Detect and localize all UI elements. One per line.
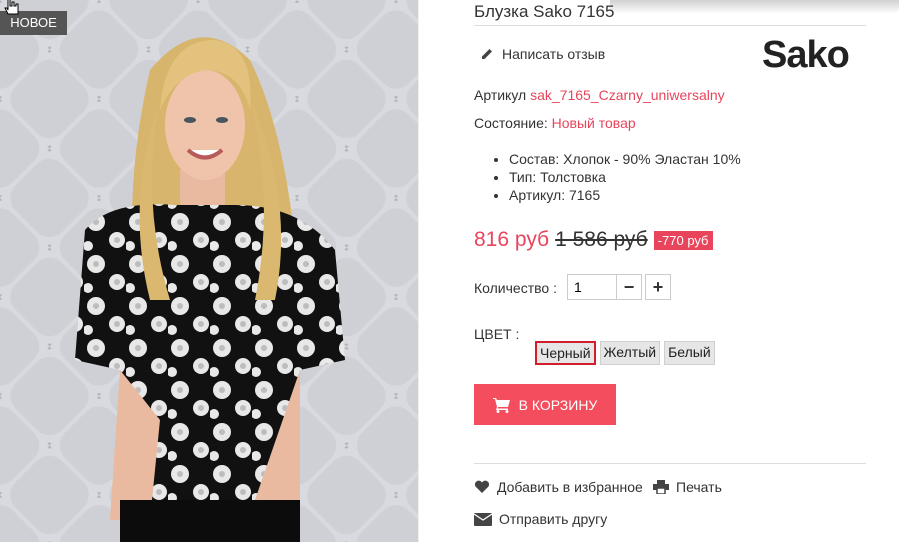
color-option-black[interactable]: Черный: [535, 341, 596, 365]
send-to-friend-label[interactable]: Отправить другу: [499, 511, 607, 527]
add-favorites-label[interactable]: Добавить в избранное: [497, 479, 643, 495]
title-divider: [474, 25, 866, 26]
column-divider: [418, 0, 419, 542]
feature-item: Тип: Толстовка: [509, 168, 741, 186]
quantity-decrease-button[interactable]: −: [616, 274, 642, 300]
hand-cursor-icon: [4, 0, 19, 15]
printer-icon: [653, 480, 669, 494]
heart-icon: [474, 480, 490, 493]
color-label: ЦВЕТ :: [474, 326, 520, 342]
print-label[interactable]: Печать: [676, 479, 722, 495]
write-review-label[interactable]: Написать отзыв: [502, 46, 605, 62]
pencil-icon: [482, 49, 492, 59]
send-to-friend-link[interactable]: Отправить другу: [474, 511, 607, 527]
article-value: sak_7165_Czarny_uniwersalny: [530, 87, 725, 103]
color-option-yellow[interactable]: Желтый: [599, 341, 661, 365]
condition-value: Новый товар: [551, 115, 636, 131]
product-title: Блузка Sako 7165: [474, 2, 615, 21]
add-favorites-link[interactable]: Добавить в избранное: [474, 479, 643, 495]
cart-icon: [492, 397, 510, 413]
quantity-increase-button[interactable]: +: [645, 274, 671, 300]
brand-logo: Sako: [762, 34, 850, 76]
quantity-label: Количество :: [474, 280, 557, 296]
feature-item: Артикул: 7165: [509, 186, 741, 204]
discount-badge: -770 руб: [653, 230, 713, 250]
product-photo[interactable]: НОВОЕ: [0, 0, 418, 542]
envelope-icon: [474, 512, 492, 526]
add-to-cart-label[interactable]: В КОРЗИНУ: [519, 397, 598, 413]
current-price: 816 руб: [474, 228, 550, 251]
old-price: 1 586 руб: [555, 228, 648, 251]
feature-list: Состав: Хлопок - 90% Эластан 10% Тип: То…: [474, 150, 741, 204]
actions-divider: [474, 463, 866, 464]
condition-label: Состояние:: [474, 115, 548, 131]
color-options: Черный Желтый Белый: [535, 341, 715, 365]
write-review-link[interactable]: Написать отзыв: [480, 46, 605, 62]
product-image: [0, 0, 418, 542]
color-option-white[interactable]: Белый: [664, 341, 715, 365]
add-to-cart-button[interactable]: В КОРЗИНУ: [474, 384, 616, 425]
print-link[interactable]: Печать: [653, 479, 722, 495]
feature-item: Состав: Хлопок - 90% Эластан 10%: [509, 150, 741, 168]
condition-line: Состояние: Новый товар: [474, 115, 636, 131]
article-line: Артикул sak_7165_Czarny_uniwersalny: [474, 87, 725, 103]
quantity-input[interactable]: [567, 274, 617, 300]
header-shadow: [610, 0, 899, 14]
article-label: Артикул: [474, 87, 527, 103]
price-row: 816 руб 1 586 руб -770 руб: [474, 228, 713, 252]
